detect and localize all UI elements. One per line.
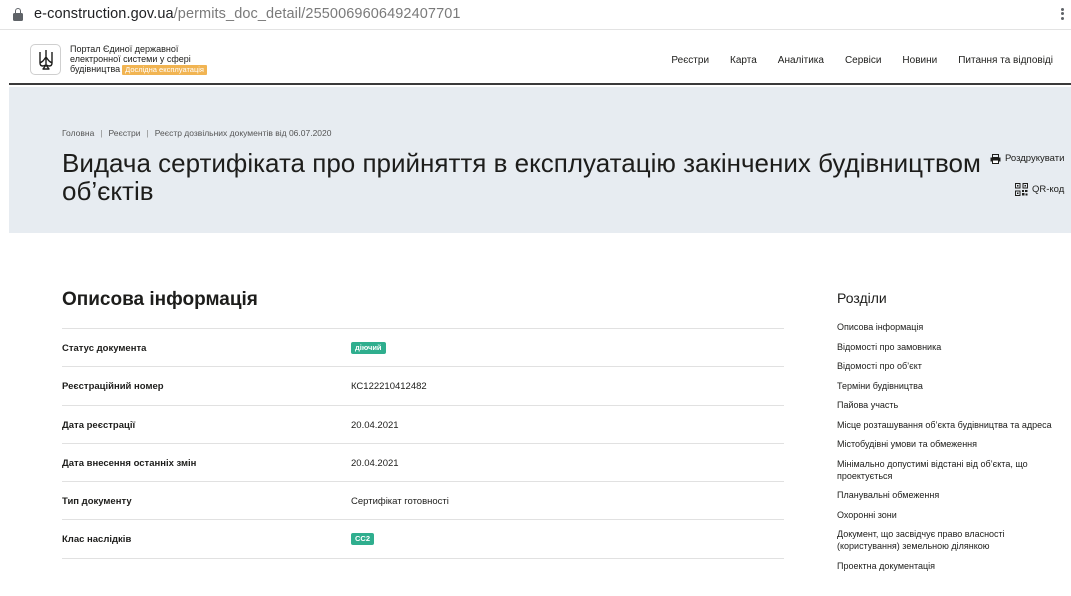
printer-icon bbox=[990, 153, 1001, 164]
hero-banner: Головна | Реєстри | Реєстр дозвільних до… bbox=[9, 87, 1071, 233]
qr-label: QR-код bbox=[1032, 184, 1065, 195]
url-host: e-construction.gov.ua bbox=[34, 6, 174, 22]
row-label: Статус документа bbox=[62, 343, 147, 354]
table-row: Реєстраційний номер КС122210412482 bbox=[62, 366, 784, 404]
table-row: Дата реєстрації 20.04.2021 bbox=[62, 404, 784, 443]
row-value: КС122210412482 bbox=[351, 381, 427, 393]
portal-name[interactable]: Портал Єдиної державної електронної сист… bbox=[70, 44, 207, 75]
trident-icon bbox=[39, 50, 53, 70]
breadcrumb-home[interactable]: Головна bbox=[62, 128, 94, 138]
portal-line-3: будівництва bbox=[70, 64, 121, 74]
row-label: Клас наслідків bbox=[62, 534, 132, 546]
section-link[interactable]: Проектна документація bbox=[837, 560, 1071, 572]
row-value: 20.04.2021 bbox=[351, 419, 399, 431]
nav-faq[interactable]: Питання та відповіді bbox=[958, 55, 1053, 66]
section-link[interactable]: Мінімально допустимі відстані від об’єкт… bbox=[837, 458, 1062, 482]
class-badge: СС2 bbox=[351, 533, 375, 546]
section-link[interactable]: Описова інформація bbox=[837, 321, 1071, 333]
breadcrumb-separator: | bbox=[146, 128, 149, 138]
row-label: Дата реєстрації bbox=[62, 419, 136, 431]
row-label: Реєстраційний номер bbox=[62, 381, 164, 393]
url-text[interactable]: e-construction.gov.ua/permits_doc_detail… bbox=[34, 6, 461, 22]
table-row: Клас наслідків СС2 bbox=[62, 519, 784, 557]
section-title: Описова інформація bbox=[62, 289, 258, 310]
table-row-partial bbox=[62, 557, 784, 596]
row-value: 20.04.2021 bbox=[351, 457, 399, 469]
section-link[interactable]: Пайова участь bbox=[837, 399, 1071, 411]
row-value: Сертифікат готовності bbox=[351, 496, 449, 508]
url-path: /permits_doc_detail/2550069606492407701 bbox=[173, 6, 461, 22]
lock-icon[interactable] bbox=[13, 8, 23, 21]
site-header: Портал Єдиної державної електронної сист… bbox=[9, 31, 1071, 85]
section-link[interactable]: Відомості про об’єкт bbox=[837, 360, 1071, 372]
print-button[interactable]: Роздрукувати bbox=[990, 153, 1064, 164]
portal-line-1: Портал Єдиної державної bbox=[70, 44, 179, 54]
table-row: Статус документа діючий bbox=[62, 328, 784, 366]
sections-title: Розділи bbox=[837, 290, 887, 306]
page: Портал Єдиної державної електронної сист… bbox=[9, 31, 1071, 578]
page-title: Видача сертифіката про прийняття в експл… bbox=[62, 148, 981, 206]
site-logo[interactable] bbox=[30, 44, 61, 75]
section-link[interactable]: Планувальні обмеження bbox=[837, 489, 1071, 501]
nav-map[interactable]: Карта bbox=[730, 55, 757, 66]
section-link[interactable]: Документ, що засвідчує право власності (… bbox=[837, 528, 1037, 552]
section-link[interactable]: Охоронні зони bbox=[837, 509, 1071, 521]
info-table: Статус документа діючий Реєстраційний но… bbox=[62, 328, 784, 596]
row-label: Тип документу bbox=[62, 496, 132, 508]
section-link[interactable]: Містобудівні умови та обмеження bbox=[837, 438, 1071, 450]
section-link[interactable]: Терміни будівництва bbox=[837, 380, 1071, 392]
nav-registers[interactable]: Реєстри bbox=[671, 55, 709, 66]
nav-news[interactable]: Новини bbox=[902, 55, 937, 66]
table-row: Тип документу Сертифікат готовності bbox=[62, 481, 784, 519]
browser-address-bar[interactable]: e-construction.gov.ua/permits_doc_detail… bbox=[0, 0, 1071, 30]
browser-menu-icon[interactable] bbox=[1057, 6, 1067, 24]
qr-code-icon bbox=[1015, 183, 1028, 196]
status-badge: діючий bbox=[351, 342, 386, 354]
breadcrumb: Головна | Реєстри | Реєстр дозвільних до… bbox=[62, 128, 332, 138]
qr-code-button[interactable]: QR-код bbox=[1015, 183, 1064, 196]
section-link[interactable]: Відомості про замовника bbox=[837, 341, 1071, 353]
print-label: Роздрукувати bbox=[1005, 153, 1065, 164]
breadcrumb-current[interactable]: Реєстр дозвільних документів від 06.07.2… bbox=[155, 128, 332, 138]
sections-list: Описова інформація Відомості про замовни… bbox=[837, 321, 1071, 572]
section-link[interactable]: Місце розташування об’єкта будівництва т… bbox=[837, 419, 1071, 431]
breadcrumb-registers[interactable]: Реєстри bbox=[109, 128, 141, 138]
main-nav: Реєстри Карта Аналітика Сервіси Новини П… bbox=[650, 55, 1053, 66]
portal-line-2: електронної системи у сфері bbox=[70, 54, 191, 64]
nav-services[interactable]: Сервіси bbox=[845, 55, 881, 66]
row-label: Дата внесення останніх змін bbox=[62, 457, 197, 469]
breadcrumb-separator: | bbox=[100, 128, 103, 138]
table-row: Дата внесення останніх змін 20.04.2021 bbox=[62, 442, 784, 481]
nav-analytics[interactable]: Аналітика bbox=[778, 55, 824, 66]
beta-badge: Дослідна експлуатація bbox=[122, 65, 207, 75]
